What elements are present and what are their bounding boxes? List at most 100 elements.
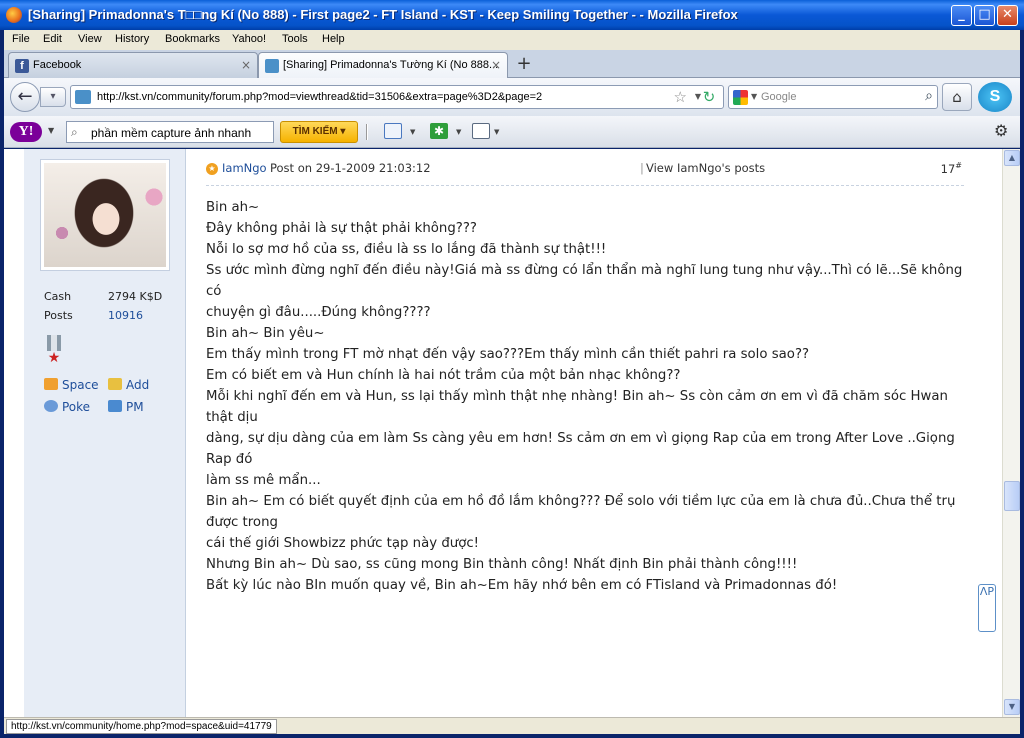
mail-dropdown-icon[interactable]: ▼ [410, 128, 415, 136]
status-url: http://kst.vn/community/home.php?mod=spa… [6, 719, 277, 734]
tab-close-icon[interactable]: × [241, 58, 251, 72]
scroll-up-button[interactable]: ▲ [1004, 150, 1020, 166]
posts-label: Posts [44, 309, 73, 322]
floor-number[interactable]: 17 [941, 162, 956, 176]
post-floor-number[interactable]: 17# [941, 161, 962, 176]
pm-link-label[interactable]: PM [126, 400, 144, 414]
space-link[interactable]: Space [44, 378, 99, 392]
medal-ribbon [47, 335, 61, 351]
post-line: Nỗi lo sợ mơ hồ của ss, điều là ss lo lắ… [206, 242, 607, 257]
avatar-image[interactable] [44, 163, 166, 267]
yahoo-search-input[interactable]: ⌕ phần mềm capture ảnh nhanh [66, 121, 274, 143]
yahoo-search-value[interactable]: phần mềm capture ảnh nhanh [91, 126, 251, 140]
new-tab-button[interactable]: + [510, 53, 538, 77]
menu-bookmarks[interactable]: Bookmarks [165, 33, 220, 45]
poke-icon [44, 400, 58, 412]
url-bar[interactable]: http://kst.vn/community/forum.php?mod=vi… [70, 85, 724, 109]
search-icon: ⌕ [71, 125, 78, 139]
back-to-top-button[interactable]: ɅP [978, 584, 996, 632]
bookmark-star-icon[interactable]: ☆ [674, 88, 687, 106]
post-line: làm ss mê mẩn... [206, 473, 321, 488]
post-divider [206, 185, 964, 186]
post-line: Đây không phải là sự thật phải không??? [206, 221, 477, 236]
add-link-label[interactable]: Add [126, 378, 149, 392]
gear-icon[interactable]: ⚙ [994, 123, 1012, 139]
add-friend-link[interactable]: Add [108, 378, 149, 392]
avatar[interactable] [40, 159, 170, 271]
menu-tools[interactable]: Tools [282, 33, 308, 45]
scroll-thumb[interactable] [1004, 481, 1020, 511]
post-author-link[interactable]: IamNgo [222, 161, 267, 175]
web-search-box[interactable]: ▼ Google ⌕ [728, 85, 938, 109]
page-icon[interactable] [472, 123, 490, 139]
yahoo-search-button[interactable]: TÌM KIẾM ▾ [280, 121, 358, 143]
page-dropdown-icon[interactable]: ▼ [494, 128, 499, 136]
search-engine-dropdown-icon[interactable]: ▼ [751, 92, 757, 101]
reload-icon[interactable]: ↻ [698, 86, 720, 108]
envelope-icon [108, 400, 122, 412]
post-line: Ss ước mình đừng nghĩ đến điều này!Giá m… [206, 263, 963, 299]
post-line: Em thấy mình trong FT mờ nhạt đến vậy sa… [206, 347, 810, 362]
post-line: Nhưng Bin ah~ Dù sao, ss cũng mong Bin t… [206, 557, 798, 572]
space-link-label[interactable]: Space [62, 378, 99, 392]
post-date: Post on 29-1-2009 21:03:12 [270, 161, 431, 175]
site-identity-icon[interactable] [75, 90, 91, 104]
tab-label: Facebook [33, 59, 82, 71]
firefox-icon [6, 7, 22, 23]
yahoo-logo-icon[interactable]: Y! [10, 122, 42, 142]
post-line: Mỗi khi nghĩ đến em và Hun, ss lại thấy … [206, 389, 948, 425]
home-button[interactable]: ⌂ [942, 83, 972, 111]
facebook-icon: f [15, 59, 29, 73]
menu-bar: File Edit View History Bookmarks Yahoo! … [4, 30, 1020, 50]
menu-edit[interactable]: Edit [43, 33, 62, 45]
scroll-down-button[interactable]: ▼ [1004, 699, 1020, 715]
vertical-scrollbar[interactable]: ▲ ▼ [1002, 149, 1020, 717]
cash-value: 2794 K$D [108, 290, 163, 303]
menu-yahoo[interactable]: Yahoo! [232, 33, 266, 45]
post-line: Bất kỳ lúc nào BIn muốn quay về, Bin ah~… [206, 578, 838, 593]
yahoo-toolbar: Y! ▼ ⌕ phần mềm capture ảnh nhanh TÌM KI… [4, 116, 1020, 148]
pm-link[interactable]: PM [108, 400, 144, 414]
cash-label: Cash [44, 290, 72, 303]
tab-kst-thread[interactable]: [Sharing] Primadonna's Tường Kí (No 888.… [258, 52, 508, 79]
posts-value[interactable]: 10916 [108, 309, 143, 322]
menu-history[interactable]: History [115, 33, 149, 45]
maximize-button[interactable]: □ [974, 5, 995, 26]
yahoo-menu-dropdown-icon[interactable]: ▼ [48, 126, 54, 135]
menu-file[interactable]: File [12, 33, 30, 45]
post-header: ★ IamNgo Post on 29-1-2009 21:03:12 | Vi… [206, 161, 966, 181]
back-button[interactable]: ← [10, 82, 40, 112]
post-body: Bin ah~ Đây không phải là sự thật phải k… [206, 197, 976, 596]
tab-facebook[interactable]: f Facebook × [8, 52, 258, 78]
status-bar: http://kst.vn/community/home.php?mod=spa… [4, 717, 1020, 734]
kst-favicon-icon [265, 59, 279, 73]
skype-icon[interactable]: S [978, 82, 1012, 112]
navigation-bar: ← ▾ http://kst.vn/community/forum.php?mo… [4, 78, 1020, 116]
history-dropdown-button[interactable]: ▾ [40, 87, 66, 107]
home-space-icon [44, 378, 58, 390]
answers-icon[interactable]: ✱ [430, 123, 448, 139]
answers-dropdown-icon[interactable]: ▼ [456, 128, 461, 136]
menu-view[interactable]: View [78, 33, 102, 45]
search-placeholder[interactable]: Google [761, 91, 796, 103]
view-author-posts-link[interactable]: View IamNgo's posts [646, 161, 765, 175]
menu-help[interactable]: Help [322, 33, 345, 45]
meta-separator: | [640, 161, 644, 175]
window-title: [Sharing] Primadonna's T□□ng Kí (No 888)… [28, 7, 738, 22]
tab-close-icon[interactable]: × [491, 58, 501, 72]
search-icon[interactable]: ⌕ [925, 88, 933, 104]
post-line: Bin ah~ Em có biết quyết định của em hồ … [206, 494, 956, 530]
online-status-icon: ★ [206, 163, 218, 175]
tab-label: [Sharing] Primadonna's Tường Kí (No 888.… [283, 59, 499, 71]
post-author-sidebar: Cash 2794 K$D Posts 10916 ★ Space Add Po… [24, 149, 186, 717]
post-line: Em có biết em và Hun chính là hai nót tr… [206, 368, 681, 383]
close-window-button[interactable]: ✕ [997, 5, 1018, 26]
poke-link-label[interactable]: Poke [62, 400, 90, 414]
add-friend-icon [108, 378, 122, 390]
poke-link[interactable]: Poke [44, 400, 90, 414]
post-line: dàng, sự dịu dàng của em làm Ss càng yêu… [206, 431, 955, 467]
minimize-button[interactable]: _ [951, 5, 972, 26]
mail-icon[interactable] [384, 123, 402, 139]
google-icon[interactable] [733, 90, 748, 105]
url-text[interactable]: http://kst.vn/community/forum.php?mod=vi… [97, 91, 542, 103]
